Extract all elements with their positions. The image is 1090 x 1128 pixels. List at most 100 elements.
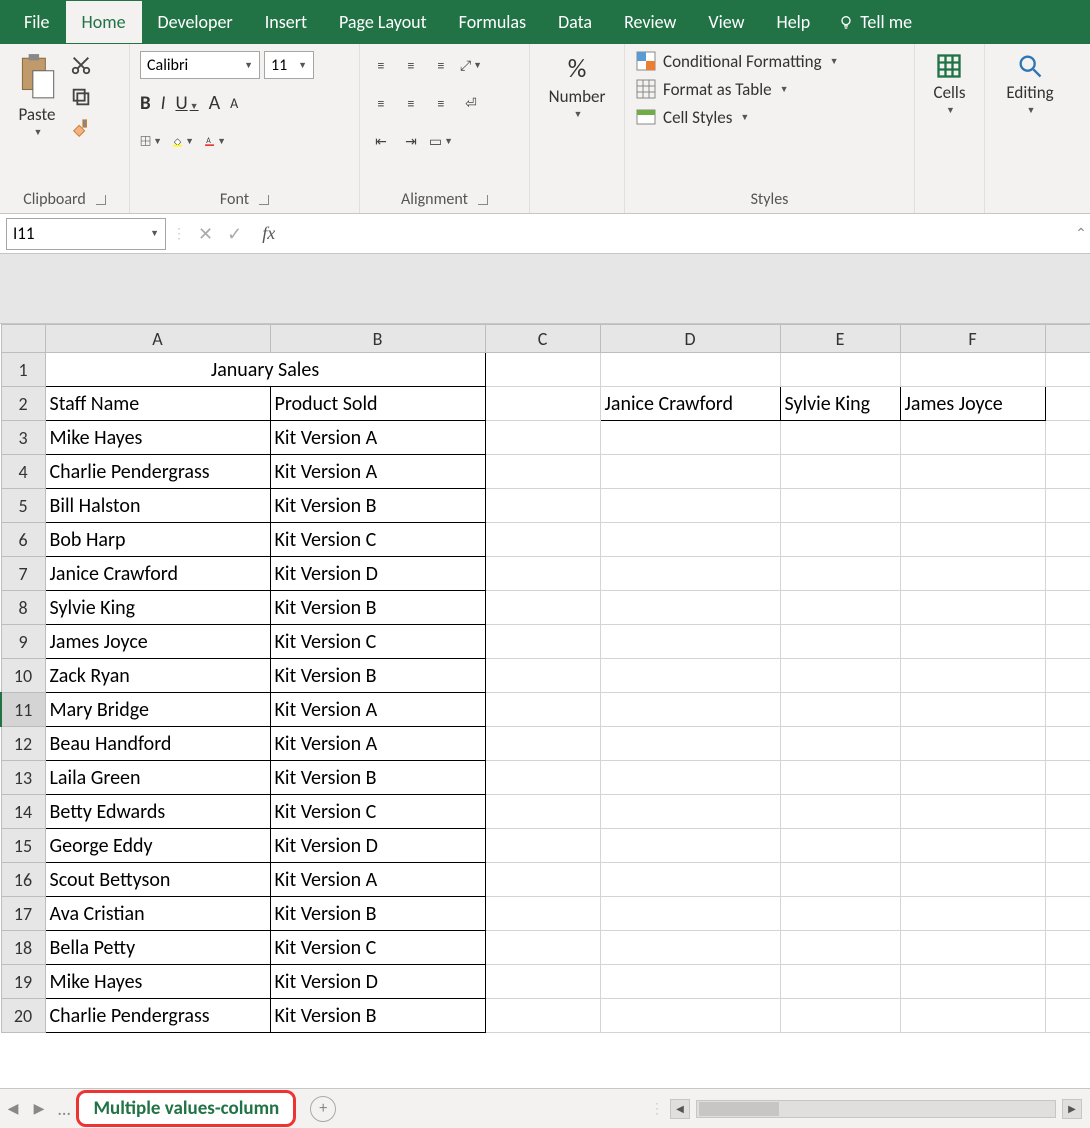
cell-product-sold[interactable]: Kit Version C	[270, 795, 485, 829]
cell-product-sold[interactable]: Kit Version A	[270, 863, 485, 897]
row-header[interactable]: 14	[1, 795, 45, 829]
grow-font-button[interactable]: A	[209, 91, 221, 115]
cells-button[interactable]: Cells ▼	[928, 50, 972, 118]
number-format-button[interactable]: % Number ▼	[543, 50, 612, 122]
paste-button[interactable]: Paste ▼	[10, 50, 64, 140]
title-cell[interactable]: January Sales	[45, 353, 485, 387]
row-header[interactable]: 8	[1, 591, 45, 625]
cut-icon[interactable]	[70, 54, 92, 76]
cancel-formula-icon[interactable]: ✕	[198, 223, 213, 245]
lookup-cell-d2[interactable]: Janice Crawford	[600, 387, 780, 421]
expand-formula-bar-icon[interactable]: ⌃	[1072, 225, 1090, 242]
tab-help[interactable]: Help	[760, 1, 826, 43]
tab-file[interactable]: File	[8, 1, 66, 43]
scroll-left-icon[interactable]: ◀	[670, 1099, 690, 1119]
wrap-text-icon[interactable]: ⏎	[460, 92, 482, 114]
column-header[interactable]: C	[485, 325, 600, 353]
row-header[interactable]: 7	[1, 557, 45, 591]
sheet-nav-next-icon[interactable]: ▶	[26, 1100, 52, 1117]
cell-staff-name[interactable]: James Joyce	[45, 625, 270, 659]
horizontal-scrollbar[interactable]	[696, 1100, 1056, 1118]
cell-product-sold[interactable]: Kit Version D	[270, 829, 485, 863]
cell-product-sold[interactable]: Kit Version B	[270, 489, 485, 523]
select-all-corner[interactable]	[1, 325, 45, 353]
format-painter-icon[interactable]	[70, 118, 92, 140]
column-header[interactable]: D	[600, 325, 780, 353]
dialog-launcher-icon[interactable]	[96, 195, 106, 205]
cell-product-sold[interactable]: Kit Version B	[270, 999, 485, 1033]
row-header[interactable]: 19	[1, 965, 45, 999]
conditional-formatting-button[interactable]: Conditional Formatting▼	[635, 50, 839, 72]
cell-staff-name[interactable]: Scout Bettyson	[45, 863, 270, 897]
dialog-launcher-icon[interactable]	[259, 195, 269, 205]
cell-product-sold[interactable]: Kit Version B	[270, 761, 485, 795]
sheet-nav-more-icon[interactable]: …	[52, 1098, 76, 1120]
tab-developer[interactable]: Developer	[142, 1, 249, 43]
header-staff-name[interactable]: Staff Name	[45, 387, 270, 421]
formula-input[interactable]	[283, 218, 1072, 250]
italic-button[interactable]: I	[161, 92, 166, 115]
lookup-cell-f2[interactable]: James Joyce	[900, 387, 1045, 421]
row-header[interactable]: 15	[1, 829, 45, 863]
cell-product-sold[interactable]: Kit Version A	[270, 421, 485, 455]
row-header[interactable]: 6	[1, 523, 45, 557]
cell-product-sold[interactable]: Kit Version A	[270, 727, 485, 761]
header-product-sold[interactable]: Product Sold	[270, 387, 485, 421]
new-sheet-button[interactable]: +	[310, 1096, 336, 1122]
row-header[interactable]: 3	[1, 421, 45, 455]
cell-staff-name[interactable]: Zack Ryan	[45, 659, 270, 693]
cell-staff-name[interactable]: Betty Edwards	[45, 795, 270, 829]
underline-button[interactable]: U▼	[175, 92, 198, 115]
row-header[interactable]: 18	[1, 931, 45, 965]
column-header[interactable]: A	[45, 325, 270, 353]
decrease-indent-icon[interactable]: ⇤	[370, 130, 392, 152]
row-header[interactable]: 2	[1, 387, 45, 421]
row-header[interactable]: 1	[1, 353, 45, 387]
worksheet-grid[interactable]: ABCDEF 1 January Sales 2 Staff Name Prod…	[0, 324, 1090, 1033]
editing-button[interactable]: Editing ▼	[1000, 50, 1059, 118]
tab-page-layout[interactable]: Page Layout	[323, 1, 443, 43]
cell-product-sold[interactable]: Kit Version B	[270, 659, 485, 693]
cell-product-sold[interactable]: Kit Version D	[270, 965, 485, 999]
cell-staff-name[interactable]: Janice Crawford	[45, 557, 270, 591]
column-header[interactable]: B	[270, 325, 485, 353]
bold-button[interactable]: B	[140, 92, 151, 115]
cell-staff-name[interactable]: Mike Hayes	[45, 421, 270, 455]
sheet-tab-active[interactable]: Multiple values-column	[76, 1090, 296, 1127]
row-header[interactable]: 4	[1, 455, 45, 489]
font-size-select[interactable]: 11▼	[264, 51, 314, 79]
cell-staff-name[interactable]: Bill Halston	[45, 489, 270, 523]
font-name-select[interactable]: Calibri▼	[140, 51, 260, 79]
dialog-launcher-icon[interactable]	[478, 195, 488, 205]
merge-icon[interactable]: ▭▼	[430, 130, 452, 152]
cell-product-sold[interactable]: Kit Version C	[270, 625, 485, 659]
cell-staff-name[interactable]: Sylvie King	[45, 591, 270, 625]
tab-view[interactable]: View	[692, 1, 760, 43]
row-header[interactable]: 12	[1, 727, 45, 761]
cell-product-sold[interactable]: Kit Version B	[270, 591, 485, 625]
row-header[interactable]: 5	[1, 489, 45, 523]
cell-product-sold[interactable]: Kit Version D	[270, 557, 485, 591]
shrink-font-button[interactable]: A	[230, 95, 238, 112]
enter-formula-icon[interactable]: ✓	[227, 223, 242, 245]
tab-insert[interactable]: Insert	[249, 1, 323, 43]
tell-me[interactable]: Tell me	[826, 1, 924, 43]
cell-styles-button[interactable]: Cell Styles▼	[635, 106, 839, 128]
sheet-nav-prev-icon[interactable]: ◀	[0, 1100, 26, 1117]
align-left-icon[interactable]: ≡	[370, 92, 392, 114]
cell-staff-name[interactable]: Ava Cristian	[45, 897, 270, 931]
format-as-table-button[interactable]: Format as Table▼	[635, 78, 839, 100]
align-top-icon[interactable]: ≡	[370, 54, 392, 76]
cell-staff-name[interactable]: Charlie Pendergrass	[45, 999, 270, 1033]
cell-product-sold[interactable]: Kit Version C	[270, 523, 485, 557]
name-box[interactable]: I11▼	[6, 218, 166, 250]
cell-product-sold[interactable]: Kit Version A	[270, 693, 485, 727]
tab-home[interactable]: Home	[66, 1, 142, 43]
orientation-icon[interactable]: ⤢▼	[460, 54, 482, 76]
cell-staff-name[interactable]: George Eddy	[45, 829, 270, 863]
column-header[interactable]: F	[900, 325, 1045, 353]
tab-formulas[interactable]: Formulas	[443, 1, 542, 43]
increase-indent-icon[interactable]: ⇥	[400, 130, 422, 152]
cell-staff-name[interactable]: Bob Harp	[45, 523, 270, 557]
cell-staff-name[interactable]: Laila Green	[45, 761, 270, 795]
